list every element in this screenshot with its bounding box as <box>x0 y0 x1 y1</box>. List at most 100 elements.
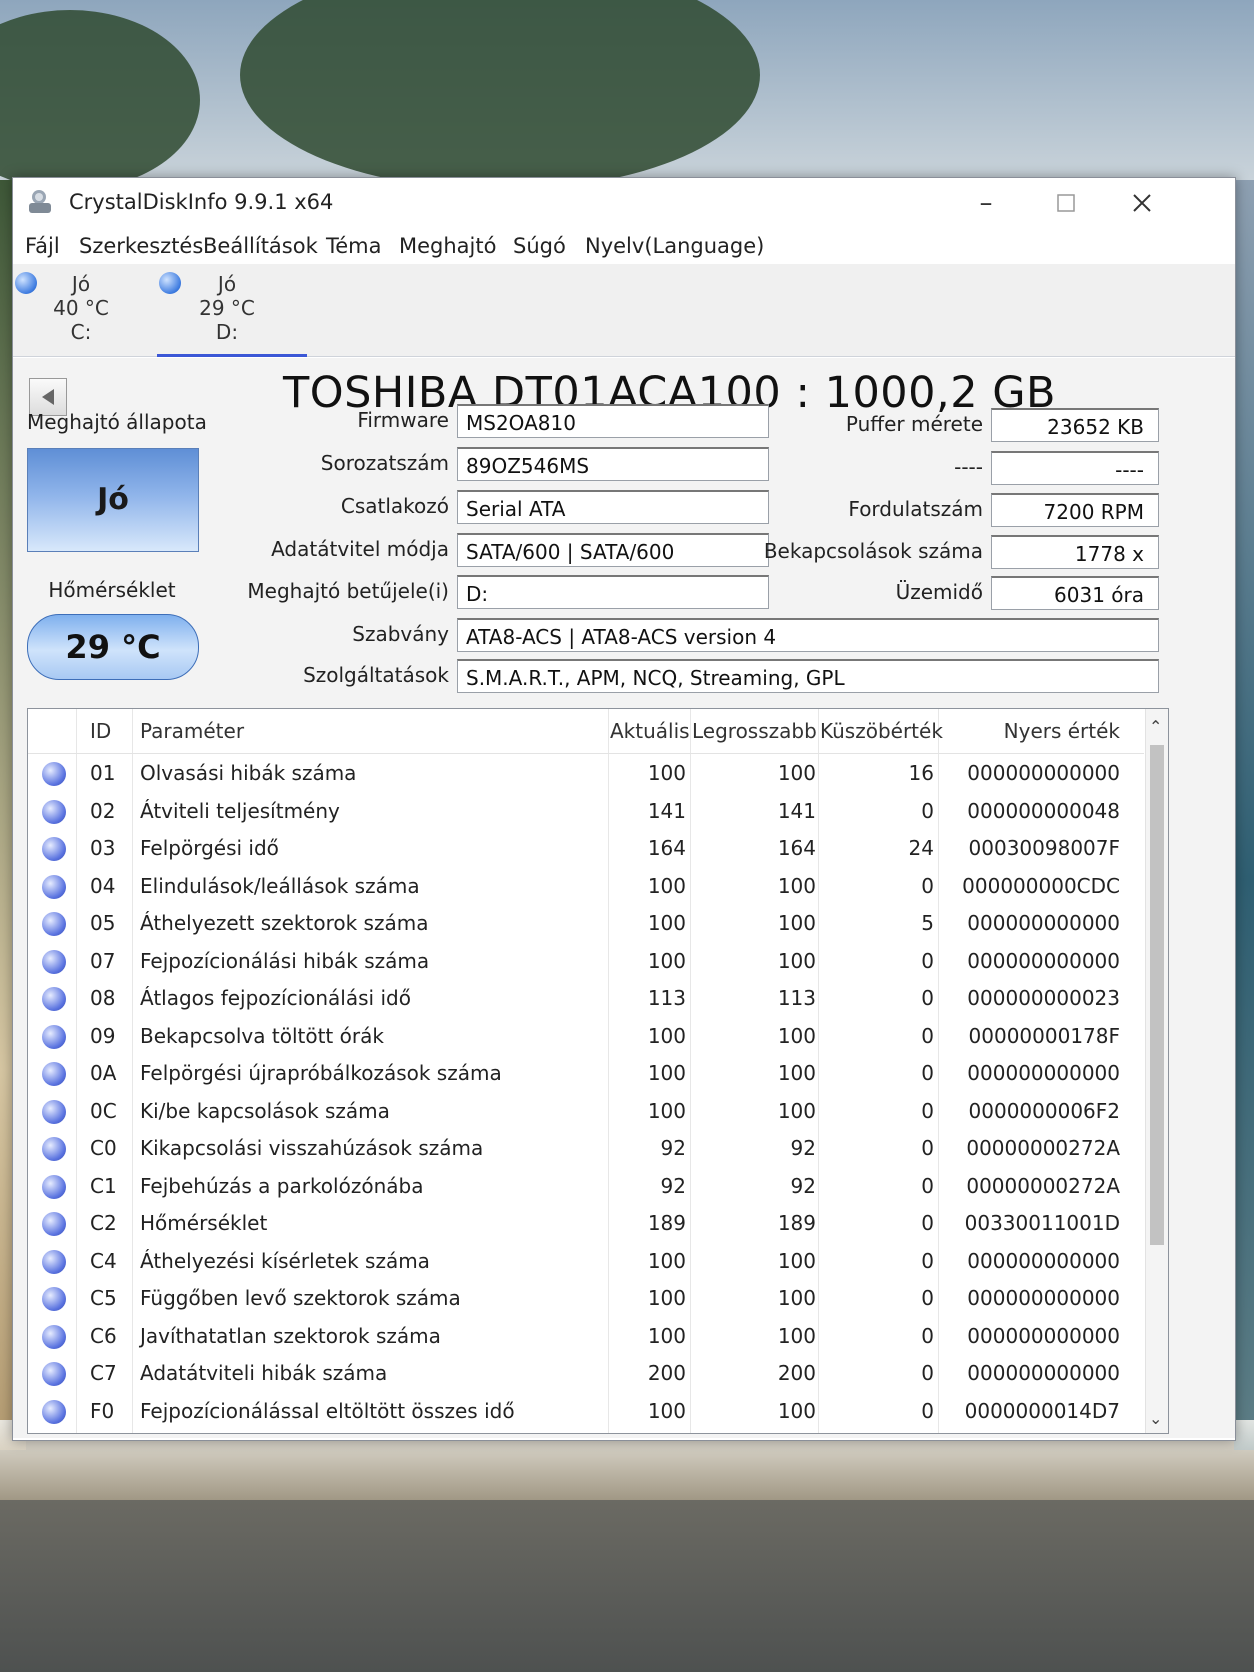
table-header: ID Paraméter Aktuális Legrosszabb Küszöb… <box>28 709 1144 754</box>
table-row[interactable]: 0C Ki/be kapcsolások száma 100 100 0 00000000… <box>28 1095 1144 1128</box>
menu-file[interactable]: Fájl <box>25 234 60 258</box>
attribute-id: C7 <box>90 1361 117 1385</box>
table-row[interactable]: 05 Áthelyezett szektorok száma 100 100 5 0000… <box>28 907 1144 940</box>
power-on-count-value: 1778 x <box>991 535 1159 569</box>
attribute-id: 0C <box>90 1098 117 1123</box>
worst-value: 100 <box>777 1098 816 1123</box>
worst-value: 92 <box>790 1173 816 1198</box>
menu-theme[interactable]: Téma <box>326 234 382 258</box>
status-dot-icon <box>42 987 66 1011</box>
column-header-id[interactable]: ID <box>90 719 111 743</box>
drive-temp: 29 °C <box>199 296 255 320</box>
table-row[interactable]: C0 Kikapcsolási visszahúzások száma 92 92 0 0… <box>28 1132 1144 1165</box>
table-row[interactable]: C7 Adatátviteli hibák száma 200 200 0 0000000… <box>28 1357 1144 1390</box>
current-value: 100 <box>647 948 686 973</box>
current-value: 200 <box>647 1361 686 1385</box>
attribute-name: Fejpozícionálási hibák száma <box>140 948 430 973</box>
table-row[interactable]: C2 Hőmérséklet 189 189 0 00330011001D <box>28 1207 1144 1240</box>
table-row[interactable]: 03 Felpörgési idő 164 164 24 00030098007F <box>28 832 1144 865</box>
column-header-worst[interactable]: Legrosszabb <box>692 719 817 743</box>
threshold-value: 0 <box>921 1023 934 1048</box>
menu-help[interactable]: Súgó <box>513 234 566 258</box>
arrow-left-icon <box>42 389 54 405</box>
menu-drive[interactable]: Meghajtó <box>399 234 496 258</box>
table-row[interactable]: 04 Elindulások/leállások száma 100 100 0 0000… <box>28 870 1144 903</box>
attribute-name: Javíthatatlan szektorok száma <box>140 1323 441 1348</box>
worst-value: 100 <box>777 1061 816 1085</box>
scroll-thumb[interactable] <box>1150 745 1164 1245</box>
raw-value: 000000000000 <box>967 1361 1120 1385</box>
column-header-raw[interactable]: Nyers érték <box>940 719 1120 743</box>
table-scrollbar[interactable]: ⌃ ⌄ <box>1145 709 1168 1433</box>
attribute-name: Olvasási hibák száma <box>140 761 357 785</box>
status-dot-icon <box>159 272 181 294</box>
table-row[interactable]: C1 Fejbehúzás a parkolózónába 92 92 0 0000000… <box>28 1170 1144 1203</box>
drive-details: TOSHIBA DT01ACA100 : 1000,2 GB Meghajtó … <box>13 358 1235 1438</box>
menu-bar: Fájl Szerkesztés Beállítások Téma Meghaj… <box>13 230 1235 264</box>
scroll-up-icon[interactable]: ⌃ <box>1149 717 1162 736</box>
drive-letter-label: Meghajtó betűjele(i) <box>247 579 449 603</box>
minimize-button[interactable]: – <box>963 186 1009 220</box>
status-dot-icon <box>42 837 66 861</box>
attribute-id: 01 <box>90 761 116 785</box>
menu-edit[interactable]: Szerkesztés <box>79 234 203 258</box>
close-icon <box>1133 194 1151 212</box>
status-dot-icon <box>42 1249 66 1274</box>
firmware-label: Firmware <box>357 408 449 432</box>
attribute-id: 04 <box>90 873 116 898</box>
table-row[interactable]: C5 Függőben levő szektorok száma 100 100 0 00… <box>28 1282 1144 1315</box>
status-dot-icon <box>42 1324 66 1349</box>
drive-letter: D: <box>215 320 239 344</box>
threshold-value: 0 <box>921 1286 934 1310</box>
status-dot-icon <box>42 949 66 974</box>
worst-value: 113 <box>777 986 816 1010</box>
close-button[interactable] <box>1119 186 1165 220</box>
crystaldiskinfo-window: CrystalDiskInfo 9.9.1 x64 – Fájl Szerkes… <box>12 177 1236 1441</box>
table-row[interactable]: 0A Felpörgési újrapróbálkozások száma 100 1… <box>28 1057 1144 1090</box>
column-header-current[interactable]: Aktuális <box>610 719 690 743</box>
scroll-down-icon[interactable]: ⌄ <box>1149 1409 1162 1428</box>
column-header-threshold[interactable]: Küszöbérték <box>820 719 943 743</box>
transfer-mode-label: Adatátvitel módja <box>271 537 449 561</box>
interface-label: Csatlakozó <box>340 494 449 518</box>
attribute-name: Adatátviteli hibák száma <box>140 1361 388 1385</box>
menu-settings[interactable]: Beállítások <box>203 234 318 258</box>
threshold-value: 0 <box>921 986 934 1010</box>
table-row[interactable]: 09 Bekapcsolva töltött órák 100 100 0 0000000… <box>28 1020 1144 1053</box>
raw-value: 000000000000 <box>967 761 1120 785</box>
health-status-label: Meghajtó állapota <box>27 410 207 434</box>
drive-tab-c[interactable]: Jó 40 °C C: <box>13 264 163 354</box>
attribute-id: 05 <box>90 911 116 935</box>
drive-temp: 40 °C <box>53 296 109 320</box>
table-row[interactable]: 07 Fejpozícionálási hibák száma 100 100 0 000… <box>28 945 1144 978</box>
maximize-button[interactable] <box>1043 186 1089 220</box>
worst-value: 141 <box>777 798 816 823</box>
current-value: 100 <box>647 1098 686 1123</box>
table-row[interactable]: 02 Átviteli teljesítmény 141 141 0 0000000000… <box>28 795 1144 828</box>
column-header-attribute[interactable]: Paraméter <box>140 719 244 743</box>
buffer-size-label: Puffer mérete <box>845 412 983 436</box>
table-row[interactable]: C6 Javíthatatlan szektorok száma 100 100 0 00… <box>28 1320 1144 1353</box>
threshold-value: 0 <box>921 798 934 823</box>
menu-language[interactable]: Nyelv(Language) <box>585 234 764 258</box>
unused-value: ---- <box>991 451 1159 485</box>
table-row[interactable]: 08 Átlagos fejpozícionálási idő 113 113 0 000… <box>28 982 1144 1015</box>
attribute-id: 09 <box>90 1023 116 1048</box>
table-row[interactable]: C4 Áthelyezési kísérletek száma 100 100 0 000… <box>28 1245 1144 1278</box>
table-row[interactable]: 01 Olvasási hibák száma 100 100 16 0000000000… <box>28 757 1144 790</box>
attribute-name: Átviteli teljesítmény <box>140 798 340 823</box>
current-value: 100 <box>647 1286 686 1310</box>
raw-value: 0000000006F2 <box>968 1098 1120 1123</box>
threshold-value: 0 <box>921 1211 934 1235</box>
raw-value: 000000000000 <box>967 1323 1120 1348</box>
attribute-name: Átlagos fejpozícionálási idő <box>140 986 411 1010</box>
current-value: 92 <box>660 1136 686 1160</box>
current-value: 100 <box>647 1323 686 1348</box>
table-row[interactable]: F0 Fejpozícionálással eltöltött összes id… <box>28 1395 1144 1428</box>
current-value: 164 <box>647 836 686 860</box>
health-status-badge[interactable]: Jó <box>27 448 199 552</box>
threshold-value: 16 <box>908 761 934 785</box>
current-value: 100 <box>647 1023 686 1048</box>
raw-value: 00330011001D <box>964 1211 1120 1235</box>
drive-tab-d[interactable]: Jó 29 °C D: <box>157 264 307 357</box>
